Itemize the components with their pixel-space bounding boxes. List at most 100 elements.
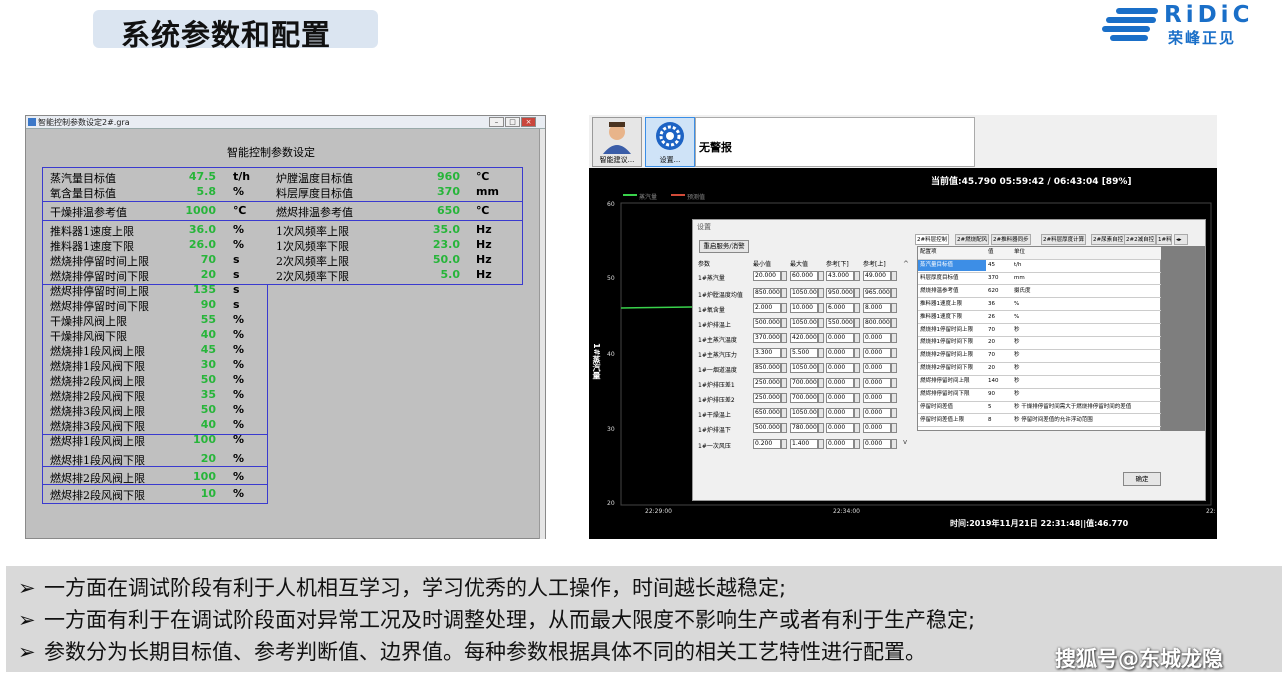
tab-scroll-arrows-icon[interactable]: ◂▸: [1174, 234, 1188, 245]
param-value-field[interactable]: 250.000: [753, 378, 781, 388]
param-value-field[interactable]: 0.000: [863, 378, 891, 388]
config-value[interactable]: 36: [988, 299, 995, 310]
param-value-field[interactable]: 5.500: [790, 348, 818, 358]
value-spinner[interactable]: [818, 318, 824, 328]
value-spinner[interactable]: [781, 348, 787, 358]
param-value-field[interactable]: 0.000: [826, 439, 854, 449]
value-spinner[interactable]: [781, 393, 787, 403]
value-spinner[interactable]: [781, 288, 787, 298]
window-scrollbar[interactable]: [539, 129, 545, 539]
param-value-field[interactable]: 20.000: [753, 271, 781, 281]
config-row[interactable]: 燃烧排1停留时间上限 70 秒: [918, 325, 1162, 337]
param-value-field[interactable]: 1.400: [790, 439, 818, 449]
value-spinner[interactable]: [781, 303, 787, 313]
config-value[interactable]: 620: [988, 286, 999, 297]
value-spinner[interactable]: [891, 439, 897, 449]
value-spinner[interactable]: [854, 271, 860, 281]
config-row[interactable]: 推料器1速度下限 26%: [918, 312, 1162, 325]
value-spinner[interactable]: [891, 363, 897, 373]
value-spinner[interactable]: [854, 348, 860, 358]
param-value-field[interactable]: 370.000: [753, 333, 781, 343]
config-value[interactable]: 45: [988, 260, 995, 271]
minimize-icon[interactable]: –: [489, 117, 504, 127]
config-value[interactable]: 8: [988, 415, 992, 426]
value-spinner[interactable]: [891, 423, 897, 433]
value-spinner[interactable]: [854, 393, 860, 403]
param-value-field[interactable]: 850.000: [753, 288, 781, 298]
config-row[interactable]: 燃烧排2停留时间上限 70 秒: [918, 350, 1162, 363]
param-value-field[interactable]: 1050.00: [790, 408, 818, 418]
param-value-field[interactable]: 0.000: [863, 439, 891, 449]
config-tab[interactable]: 2#料层厚度计算: [1041, 234, 1087, 245]
value-spinner[interactable]: [854, 378, 860, 388]
config-value[interactable]: 370: [988, 273, 999, 284]
value-spinner[interactable]: [854, 423, 860, 433]
config-row[interactable]: 停留时间差值 5 秒 干燥排停留时间需大于燃烧排停留时间的差值: [918, 402, 1162, 415]
param-value-field[interactable]: 700.000: [790, 378, 818, 388]
value-spinner[interactable]: [818, 408, 824, 418]
config-value[interactable]: 5: [988, 402, 992, 413]
value-spinner[interactable]: [854, 288, 860, 298]
config-row[interactable]: 蒸汽量目标值 45 t/h: [918, 260, 1162, 273]
value-spinner[interactable]: [854, 333, 860, 343]
close-icon[interactable]: ×: [521, 117, 536, 127]
value-spinner[interactable]: [891, 333, 897, 343]
value-spinner[interactable]: [891, 271, 897, 281]
param-value-field[interactable]: 0.000: [826, 363, 854, 373]
scroll-up-icon[interactable]: ^: [903, 260, 911, 268]
param-value-field[interactable]: 1050.00: [790, 318, 818, 328]
param-value-field[interactable]: 60.000: [790, 271, 818, 281]
value-spinner[interactable]: [854, 439, 860, 449]
config-value[interactable]: 20: [988, 363, 995, 374]
config-row[interactable]: 燃烧排1停留时间下限 20 秒: [918, 337, 1162, 350]
param-value-field[interactable]: 0.000: [826, 378, 854, 388]
param-value-field[interactable]: 965.000: [863, 288, 891, 298]
param-value-field[interactable]: 6.000: [826, 303, 854, 313]
config-tab[interactable]: 2#推料器同步: [991, 234, 1031, 245]
config-row[interactable]: 燃烬排停留时间下限 90 秒: [918, 389, 1162, 402]
param-value-field[interactable]: 0.000: [863, 333, 891, 343]
param-value-field[interactable]: 780.000: [790, 423, 818, 433]
param-value-field[interactable]: 500.000: [753, 423, 781, 433]
scroll-down-icon[interactable]: v: [903, 438, 907, 446]
param-value-field[interactable]: 850.000: [753, 363, 781, 373]
value-spinner[interactable]: [781, 333, 787, 343]
config-value[interactable]: 90: [988, 389, 995, 400]
value-spinner[interactable]: [781, 318, 787, 328]
value-spinner[interactable]: [854, 363, 860, 373]
value-spinner[interactable]: [891, 303, 897, 313]
config-row[interactable]: 燃烧排温参考值 620 摄氏度: [918, 286, 1162, 299]
value-spinner[interactable]: [854, 318, 860, 328]
config-tab[interactable]: 2#2减自控: [1124, 234, 1157, 245]
value-spinner[interactable]: [891, 348, 897, 358]
config-row[interactable]: 燃烬排停留时间上限 140 秒: [918, 376, 1162, 389]
param-scrollbar[interactable]: ^ v: [903, 260, 911, 450]
param-value-field[interactable]: 650.000: [753, 408, 781, 418]
value-spinner[interactable]: [891, 378, 897, 388]
param-value-field[interactable]: 700.000: [790, 393, 818, 403]
value-spinner[interactable]: [818, 333, 824, 343]
param-value-field[interactable]: 500.000: [753, 318, 781, 328]
config-value[interactable]: 140: [988, 376, 999, 387]
param-value-field[interactable]: 0.000: [863, 393, 891, 403]
param-value-field[interactable]: 2.000: [753, 303, 781, 313]
maximize-icon[interactable]: □: [505, 117, 520, 127]
param-value-field[interactable]: 1050.00: [790, 288, 818, 298]
ok-button[interactable]: 确定: [1123, 472, 1161, 486]
param-value-field[interactable]: 0.000: [826, 408, 854, 418]
value-spinner[interactable]: [891, 318, 897, 328]
config-row[interactable]: 料层厚度目标值 370 mm: [918, 273, 1162, 286]
param-value-field[interactable]: 0.000: [863, 408, 891, 418]
param-value-field[interactable]: 0.000: [826, 393, 854, 403]
param-value-field[interactable]: 250.000: [753, 393, 781, 403]
config-tab[interactable]: 1#料: [1156, 234, 1172, 245]
param-value-field[interactable]: 0.000: [826, 348, 854, 358]
value-spinner[interactable]: [891, 408, 897, 418]
value-spinner[interactable]: [818, 303, 824, 313]
config-value[interactable]: 70: [988, 325, 995, 336]
config-tab[interactable]: 2#燃烧配风: [955, 234, 990, 245]
param-value-field[interactable]: 1050.00: [790, 363, 818, 373]
config-tab[interactable]: 2#尿素自控: [1091, 234, 1126, 245]
config-tab[interactable]: 2#料层控制: [915, 234, 950, 245]
param-value-field[interactable]: 550.000: [826, 318, 854, 328]
